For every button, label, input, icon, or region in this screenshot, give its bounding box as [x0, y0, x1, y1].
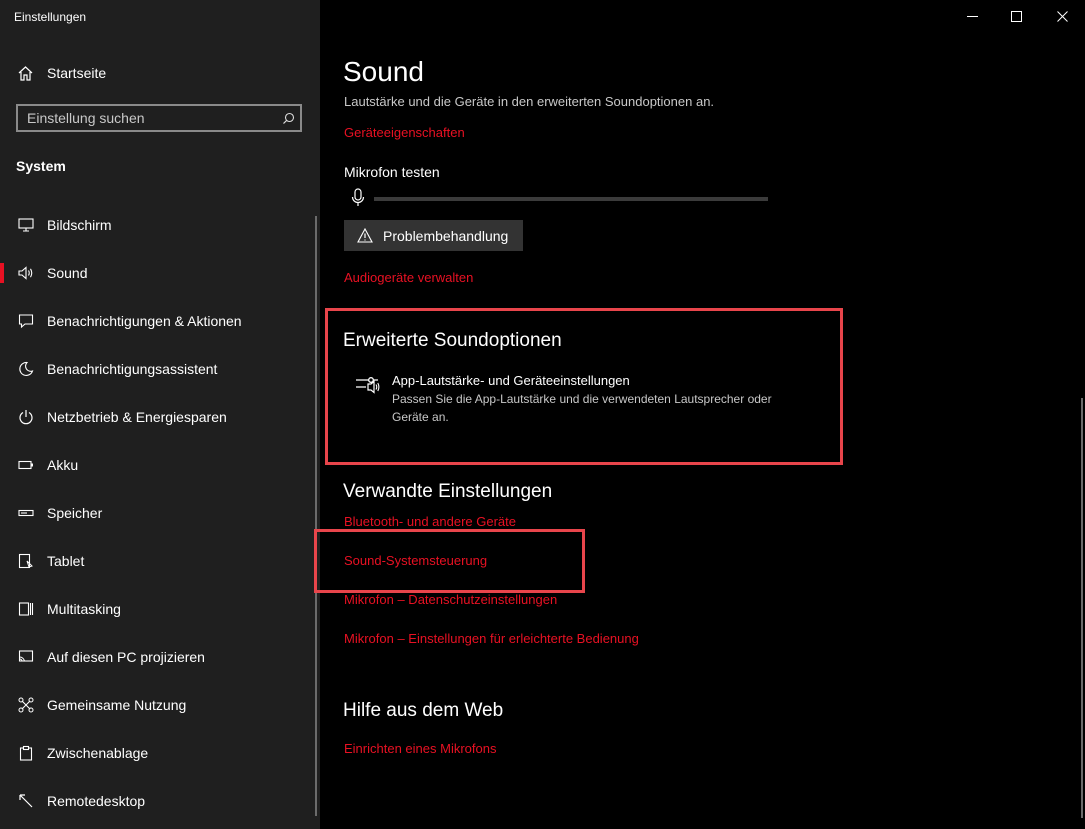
home-label: Startseite: [47, 65, 107, 81]
sidebar-item-label: Tablet: [47, 553, 85, 569]
microphone-icon: [350, 188, 366, 208]
minimize-icon[interactable]: [962, 6, 982, 26]
close-icon[interactable]: [1052, 6, 1072, 26]
search-icon[interactable]: [276, 106, 300, 130]
remote-icon: [17, 792, 35, 810]
app-volume-settings-title: App-Lautstärke- und Geräteeinstellungen: [392, 373, 630, 388]
mic-test-label: Mikrofon testen: [344, 164, 440, 180]
manage-audio-devices-link[interactable]: Audiogeräte verwalten: [344, 270, 473, 285]
sidebar-item-label: Remotedesktop: [47, 793, 146, 809]
advanced-heading: Erweiterte Soundoptionen: [343, 330, 562, 351]
sidebar-item-label: Benachrichtigungsassistent: [47, 361, 218, 377]
setup-microphone-link[interactable]: Einrichten eines Mikrofons: [344, 741, 496, 756]
sound-control-panel-link[interactable]: Sound-Systemsteuerung: [344, 553, 487, 568]
tablet-icon: [17, 552, 35, 570]
related-heading: Verwandte Einstellungen: [343, 481, 553, 502]
sidebar-item-benachrichtigungen[interactable]: Benachrichtigungen & Aktionen: [0, 301, 316, 341]
speaker-icon: [17, 264, 35, 282]
sidebar-item-assistent[interactable]: Benachrichtigungsassistent: [0, 349, 316, 389]
sidebar-item-gemeinsame-nutzung[interactable]: Gemeinsame Nutzung: [0, 685, 316, 725]
mic-accessibility-link[interactable]: Mikrofon – Einstellungen für erleichtert…: [344, 631, 639, 646]
home-icon: [16, 64, 34, 82]
mic-level-bar: [374, 197, 768, 201]
moon-icon: [17, 360, 35, 378]
multitasking-icon: [17, 600, 35, 618]
sidebar-item-label: Speicher: [47, 505, 103, 521]
bluetooth-devices-link[interactable]: Bluetooth- und andere Geräte: [344, 514, 516, 529]
sidebar-item-label: Netzbetrieb & Energiesparen: [47, 409, 227, 425]
sidebar-item-tablet[interactable]: Tablet: [0, 541, 316, 581]
notification-icon: [17, 312, 35, 330]
sidebar-item-bildschirm[interactable]: Bildschirm: [0, 205, 316, 245]
power-icon: [17, 408, 35, 426]
device-properties-link[interactable]: Geräteeigenschaften: [344, 125, 465, 140]
sidebar-item-label: Sound: [47, 265, 88, 281]
page-description: Lautstärke und die Geräte in den erweite…: [344, 94, 715, 109]
help-heading: Hilfe aus dem Web: [343, 700, 504, 721]
sidebar-item-sound[interactable]: Sound: [0, 253, 316, 293]
sidebar-item-multitasking[interactable]: Multitasking: [0, 589, 316, 629]
sidebar-item-zwischenablage[interactable]: Zwischenablage: [0, 733, 316, 773]
clipboard-icon: [17, 744, 35, 762]
sidebar-item-label: Auf diesen PC projizieren: [47, 649, 205, 665]
sidebar-item-label: Gemeinsame Nutzung: [47, 697, 187, 713]
storage-icon: [17, 504, 35, 522]
sidebar-item-label: Zwischenablage: [47, 745, 149, 761]
project-icon: [17, 648, 35, 666]
home-link[interactable]: Startseite: [16, 62, 106, 84]
sidebar-item-netzbetrieb[interactable]: Netzbetrieb & Energiesparen: [0, 397, 316, 437]
section-label: System: [16, 158, 66, 174]
maximize-icon[interactable]: [1006, 6, 1026, 26]
sidebar-item-label: Bildschirm: [47, 217, 112, 233]
share-icon: [17, 696, 35, 714]
sidebar-item-remotedesktop[interactable]: Remotedesktop: [0, 781, 316, 821]
sidebar: Einstellungen Startseite System Bildschi…: [0, 0, 320, 829]
page-title: Sound: [343, 56, 424, 87]
sidebar-item-speicher[interactable]: Speicher: [0, 493, 316, 533]
sidebar-item-label: Multitasking: [47, 601, 121, 617]
sidebar-item-projizieren[interactable]: Auf diesen PC projizieren: [0, 637, 316, 677]
troubleshoot-label: Problembehandlung: [383, 227, 509, 244]
battery-icon: [17, 456, 35, 474]
mixer-icon: [355, 375, 381, 401]
sidebar-item-label: Akku: [47, 457, 79, 473]
mic-privacy-link[interactable]: Mikrofon – Datenschutzeinstellungen: [344, 592, 557, 607]
troubleshoot-button[interactable]: Problembehandlung: [344, 220, 523, 251]
sidebar-item-label: Benachrichtigungen & Aktionen: [47, 313, 242, 329]
main-scrollbar[interactable]: [1081, 398, 1083, 818]
app-title: Einstellungen: [14, 10, 87, 24]
search-box[interactable]: [16, 104, 302, 132]
app-volume-settings-item[interactable]: App-Lautstärke- und Geräteeinstellungen …: [355, 373, 772, 426]
app-volume-settings-desc: Passen Sie die App-Lautstärke und die ve…: [392, 392, 772, 424]
monitor-icon: [17, 216, 35, 234]
warning-icon: [357, 228, 373, 243]
sidebar-scrollbar[interactable]: [315, 216, 317, 816]
search-input[interactable]: [18, 109, 276, 127]
sidebar-item-akku[interactable]: Akku: [0, 445, 316, 485]
